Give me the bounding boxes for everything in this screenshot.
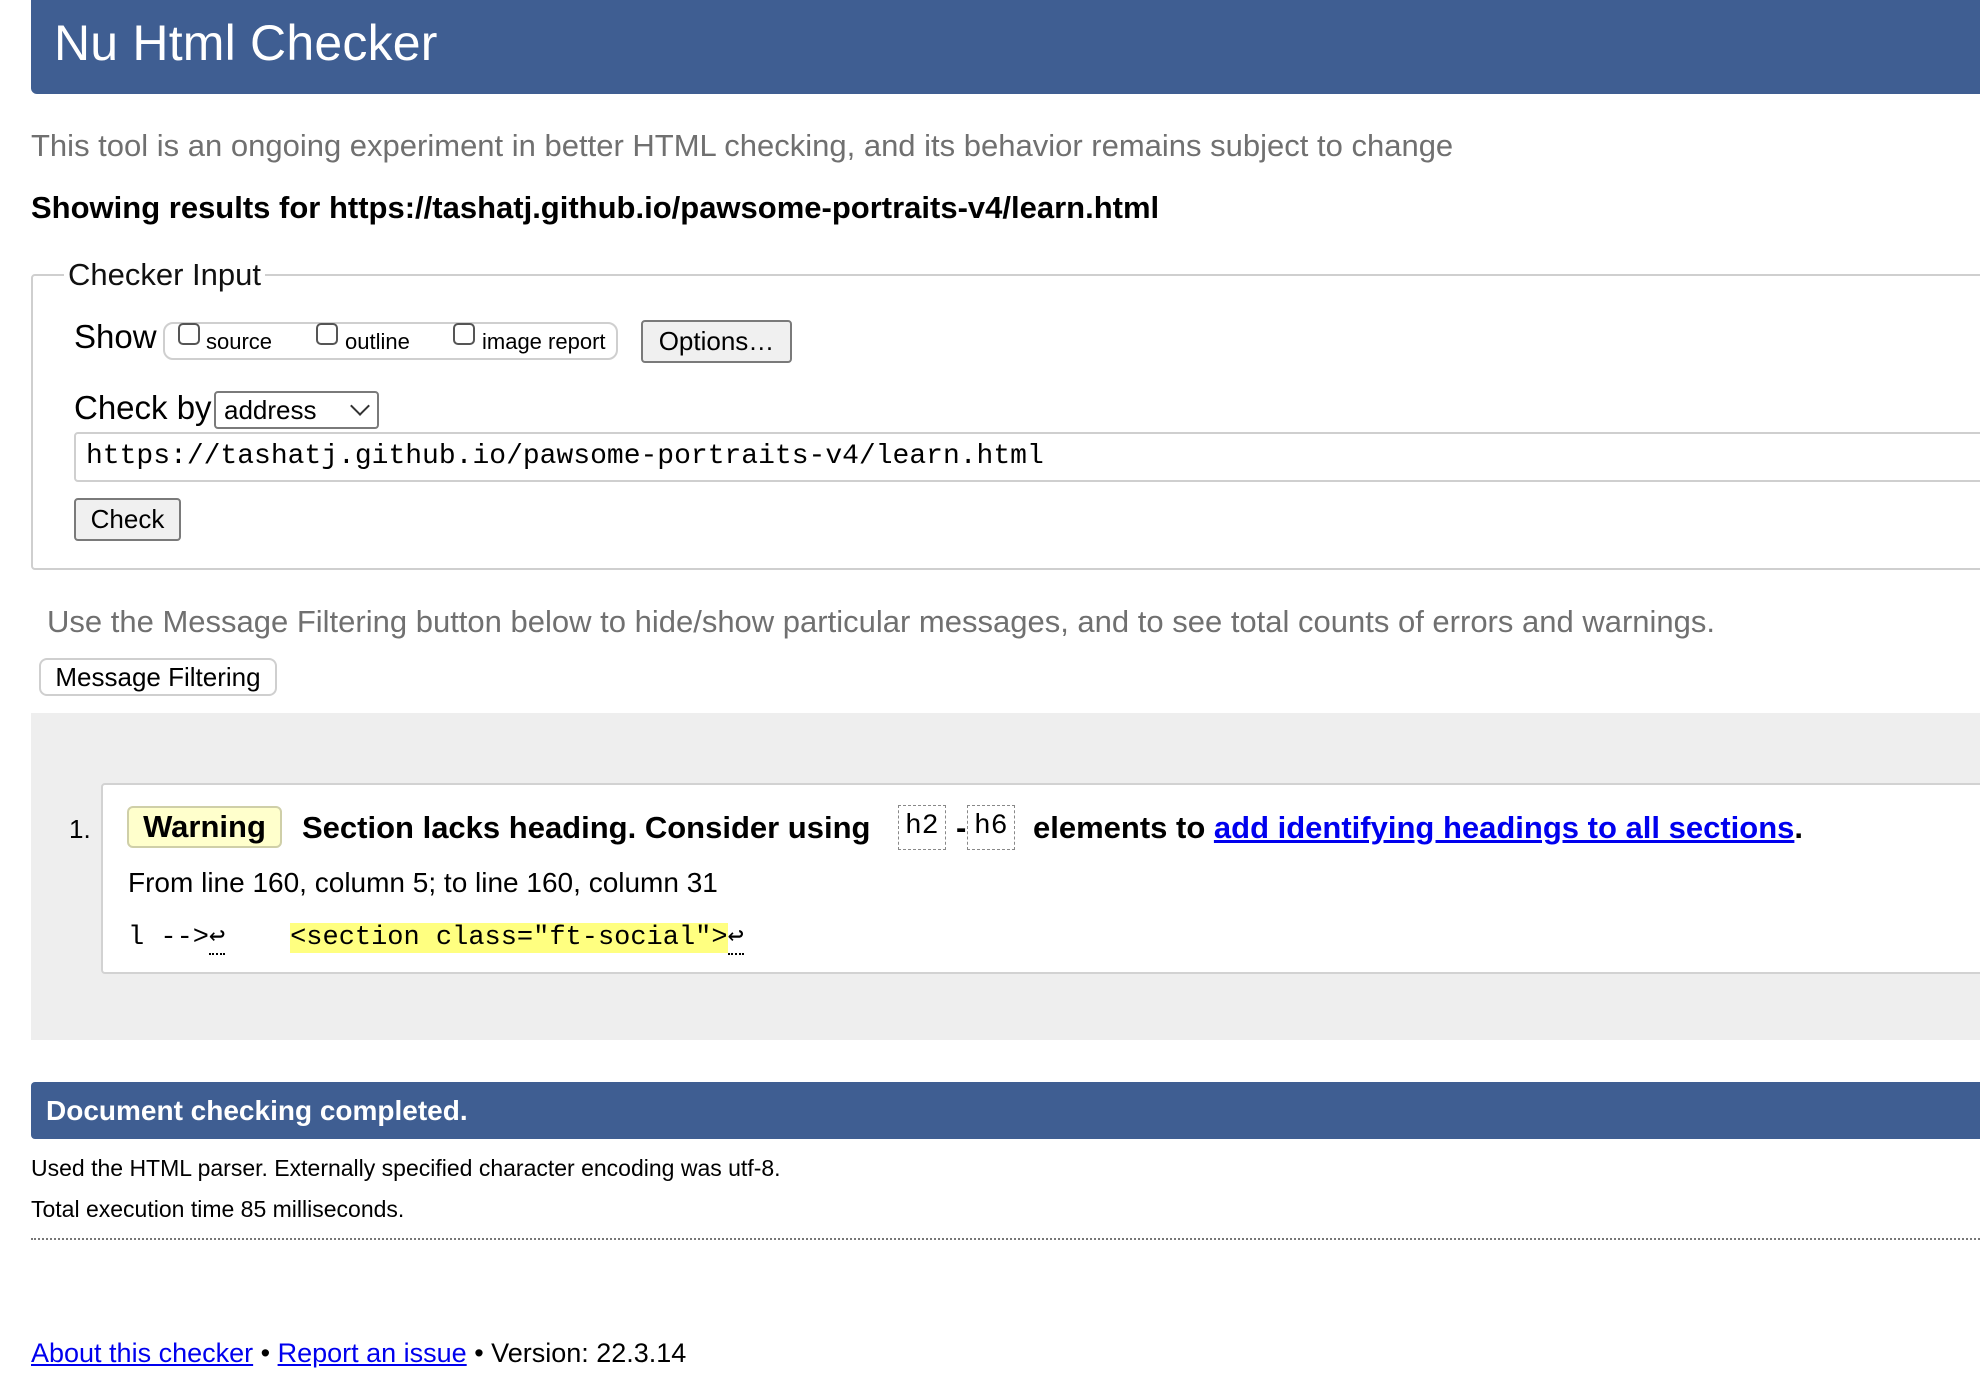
message-location: From line 160, column 5; to line 160, co… xyxy=(128,867,718,898)
code-range-dash: - xyxy=(956,810,967,845)
show-label: Show xyxy=(74,318,157,355)
image-report-checkbox[interactable] xyxy=(453,323,475,345)
completion-bar: Document checking completed. xyxy=(31,1082,1980,1139)
page-title: Nu Html Checker xyxy=(54,15,438,71)
line-break-icon: ↩ xyxy=(209,923,226,955)
results-heading: Showing results for https://tashatj.gith… xyxy=(31,190,1160,225)
warning-badge: Warning xyxy=(127,806,282,848)
check-by-label: Check by xyxy=(74,389,212,426)
execution-time: Total execution time 85 milliseconds. xyxy=(31,1196,405,1222)
message-filtering-button[interactable]: Message Filtering xyxy=(39,658,277,696)
source-checkbox-label[interactable]: source xyxy=(206,329,272,355)
footer-separator: • xyxy=(253,1338,278,1368)
source-checkbox[interactable] xyxy=(178,323,200,345)
check-by-select[interactable]: address xyxy=(214,391,379,429)
check-button[interactable]: Check xyxy=(74,498,181,541)
extract-prefix: l --> xyxy=(128,923,210,953)
report-issue-link[interactable]: Report an issue xyxy=(278,1338,467,1368)
checker-input-legend: Checker Input xyxy=(68,257,261,292)
message-text-end: . xyxy=(1794,810,1803,845)
outline-checkbox-label[interactable]: outline xyxy=(345,329,410,355)
divider xyxy=(31,1238,1980,1240)
message-number: 1. xyxy=(69,814,91,844)
footer-separator: • xyxy=(466,1338,492,1368)
version-text: Version: 22.3.14 xyxy=(491,1338,687,1368)
filter-hint: Use the Message Filtering button below t… xyxy=(47,604,1716,639)
check-by-value: address xyxy=(224,395,317,425)
message-text-continued: elements to add identifying headings to … xyxy=(1033,810,1803,846)
code-h6: h6 xyxy=(967,805,1015,850)
code-extract: l -->↩ <section class="ft-social">↩ xyxy=(128,920,744,955)
image-report-checkbox-label[interactable]: image report xyxy=(482,329,606,355)
parser-info: Used the HTML parser. Externally specifi… xyxy=(31,1155,781,1181)
app-header: Nu Html Checker xyxy=(31,0,1980,94)
options-button[interactable]: Options… xyxy=(641,320,792,363)
url-input[interactable]: https://tashatj.github.io/pawsome-portra… xyxy=(74,432,1980,482)
message-text: Section lacks heading. Consider using xyxy=(302,810,871,845)
code-h2: h2 xyxy=(898,805,946,850)
completion-title: Document checking completed. xyxy=(46,1095,468,1126)
headings-help-link[interactable]: add identifying headings to all sections xyxy=(1214,810,1794,845)
extract-gap xyxy=(225,923,290,953)
chevron-down-icon xyxy=(350,396,370,416)
footer: About this checker • Report an issue • V… xyxy=(31,1338,686,1369)
line-break-icon: ↩ xyxy=(727,923,744,955)
about-link[interactable]: About this checker xyxy=(31,1338,253,1368)
message-text-middle: elements to xyxy=(1033,810,1206,845)
outline-checkbox[interactable] xyxy=(316,323,338,345)
extract-highlight: <section class="ft-social"> xyxy=(290,923,728,953)
tagline: This tool is an ongoing experiment in be… xyxy=(31,128,1454,163)
